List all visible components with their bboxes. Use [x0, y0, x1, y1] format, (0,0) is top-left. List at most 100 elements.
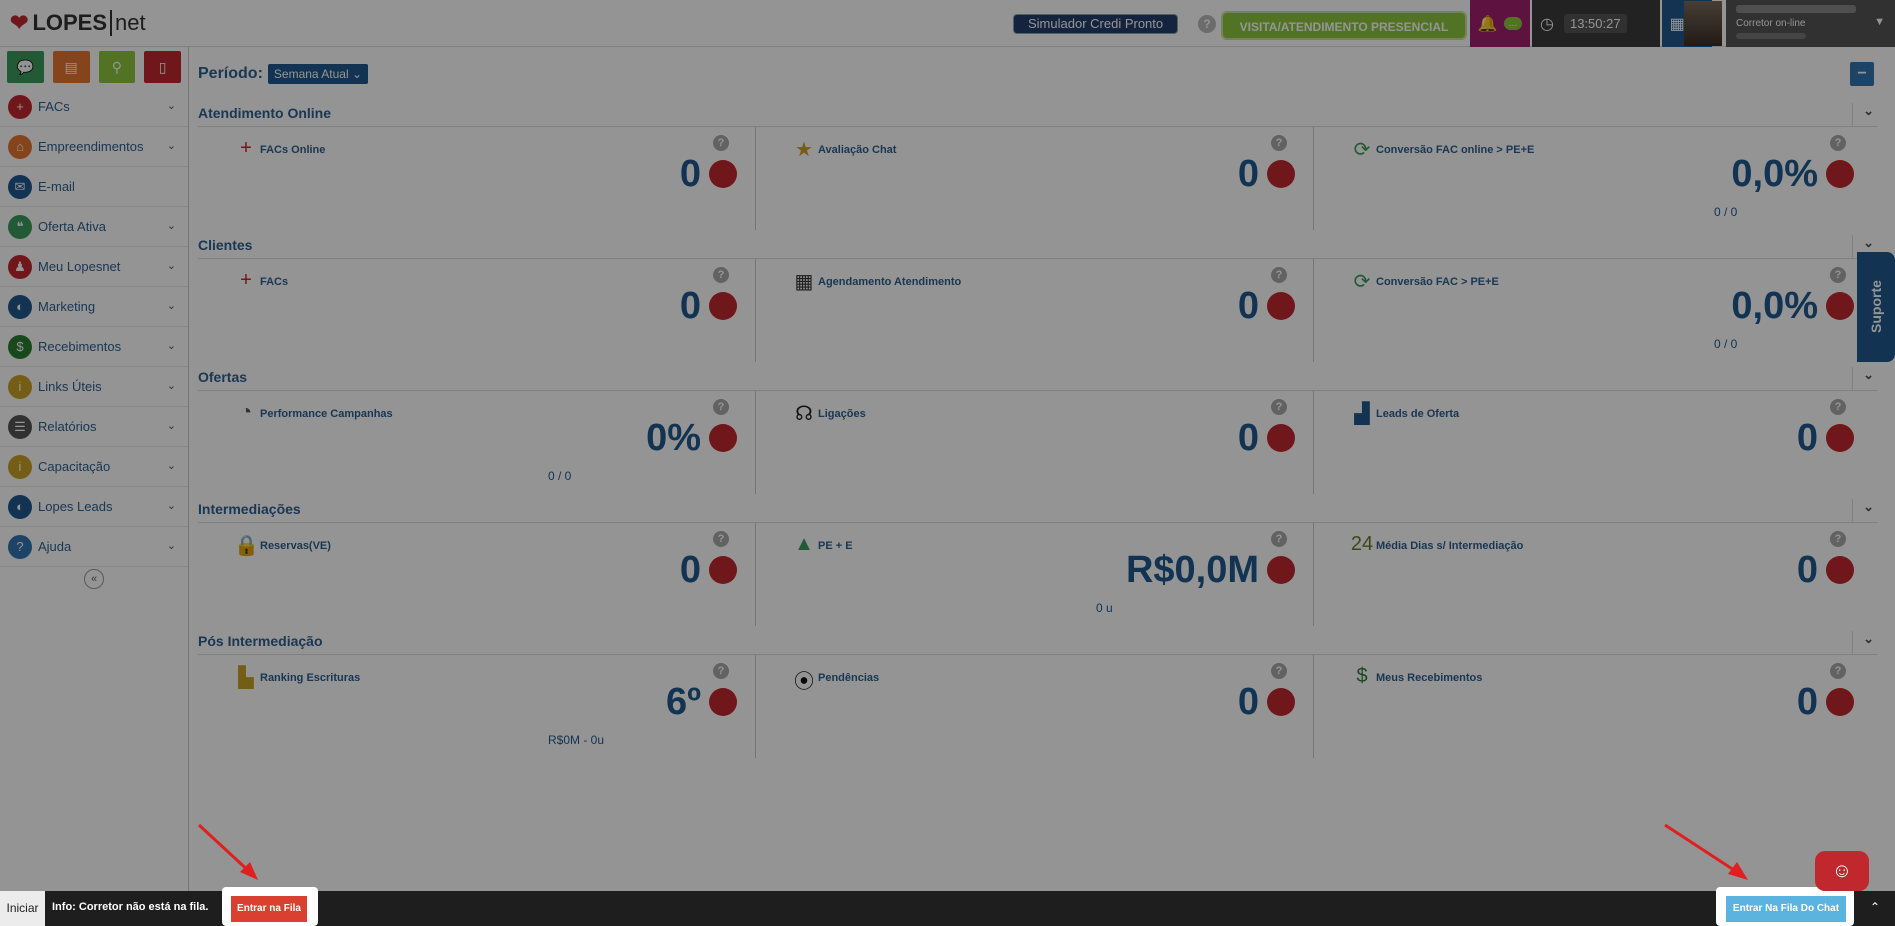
kpi-title[interactable]: Avaliação Chat	[818, 144, 896, 156]
chevron-down-icon[interactable]: ⌄	[167, 259, 176, 272]
kpi-card[interactable]: ▦ Agendamento Atendimento? 0	[756, 259, 1314, 362]
gauge-icon: ◔	[239, 401, 253, 423]
search-button[interactable]: ⚲	[98, 51, 136, 83]
help-icon[interactable]: ?	[713, 135, 729, 151]
help-icon[interactable]: ?	[1830, 135, 1846, 151]
kpi-card[interactable]: ▙ Ranking Escrituras? 6º R$0M - 0u	[198, 655, 756, 758]
kpi-title[interactable]: Meus Recebimentos	[1376, 672, 1482, 684]
kpi-title[interactable]: Pendências	[818, 672, 879, 684]
help-icon[interactable]: ?	[713, 663, 729, 679]
kpi-title[interactable]: Leads de Oferta	[1376, 408, 1459, 420]
simulator-button[interactable]: Simulador Credi Pronto	[1013, 14, 1179, 34]
collapse-panel-button[interactable]: −	[1850, 62, 1874, 86]
kpi-card[interactable]: ⟳ Conversão FAC > PE+E? 0,0% 0 / 0	[1314, 259, 1872, 362]
chat-button[interactable]: 💬	[7, 51, 44, 83]
kpi-card[interactable]: ▟ Leads de Oferta? 0	[1314, 391, 1872, 494]
kpi-card[interactable]: 🔒 Reservas(VE)? 0	[198, 523, 756, 626]
building-button[interactable]: ▤	[52, 51, 90, 83]
help-icon[interactable]: ?	[1271, 663, 1287, 679]
section-header[interactable]: Ofertas ⌄	[198, 361, 1878, 391]
document-button[interactable]: ▯	[144, 51, 181, 83]
sidebar-item-oferta-ativa[interactable]: ❝ Oferta Ativa ⌄	[0, 207, 188, 247]
iniciar-button[interactable]: Iniciar	[0, 891, 45, 926]
chevron-down-icon[interactable]: ⌄	[1852, 499, 1874, 523]
expand-up-icon[interactable]: ⌃	[1870, 900, 1880, 914]
help-icon[interactable]: ?	[1271, 267, 1287, 283]
sidebar-item-marketing[interactable]: ◐ Marketing ⌄	[0, 287, 188, 327]
collapse-sidebar-icon[interactable]: «	[84, 569, 104, 589]
kpi-card[interactable]: ◔ Performance Campanhas? 0% 0 / 0	[198, 391, 756, 494]
kpi-card[interactable]: ⦿ Pendências? 0	[756, 655, 1314, 758]
kpi-title[interactable]: PE + E	[818, 540, 853, 552]
notifications[interactable]: 🔔 ...	[1470, 0, 1530, 47]
sidebar-item-lopes-leads[interactable]: ◐ Lopes Leads ⌄	[0, 487, 188, 527]
chevron-down-icon[interactable]: ⌄	[167, 339, 176, 352]
caret-down-icon[interactable]: ▼	[1874, 16, 1885, 28]
help-icon[interactable]: ?	[713, 399, 729, 415]
help-icon[interactable]: ?	[1271, 135, 1287, 151]
kpi-title[interactable]: Agendamento Atendimento	[818, 276, 961, 288]
help-icon[interactable]: ?	[1830, 399, 1846, 415]
chevron-down-icon[interactable]: ⌄	[167, 99, 176, 112]
kpi-title[interactable]: Ligações	[818, 408, 866, 420]
entrar-fila-chat-button[interactable]: Entrar Na Fila Do Chat	[1726, 896, 1846, 922]
chevron-down-icon[interactable]: ⌄	[1852, 631, 1874, 655]
kpi-title[interactable]: Conversão FAC online > PE+E	[1376, 144, 1534, 156]
help-icon[interactable]: ?	[713, 267, 729, 283]
chevron-down-icon[interactable]: ⌄	[167, 419, 176, 432]
user-menu[interactable]: Corretor on-line ▼	[1726, 0, 1895, 47]
chevron-down-icon[interactable]: ⌄	[167, 539, 176, 552]
sidebar-item-ajuda[interactable]: ? Ajuda ⌄	[0, 527, 188, 567]
sidebar-item-e-mail[interactable]: ✉ E-mail	[0, 167, 188, 207]
kpi-title[interactable]: Ranking Escrituras	[260, 672, 360, 684]
chevron-down-icon[interactable]: ⌄	[167, 459, 176, 472]
kpi-card[interactable]: ☊ Ligações? 0	[756, 391, 1314, 494]
suporte-tab[interactable]: Suporte	[1857, 252, 1895, 362]
kpi-card[interactable]: 24 Média Dias s/ Intermediação? 0	[1314, 523, 1872, 626]
chevron-down-icon[interactable]: ⌄	[167, 499, 176, 512]
chevron-down-icon[interactable]: ⌄	[167, 219, 176, 232]
help-icon[interactable]: ?	[1198, 15, 1216, 33]
help-icon[interactable]: ?	[713, 531, 729, 547]
sidebar-item-empreendimentos[interactable]: ⌂ Empreendimentos ⌄	[0, 127, 188, 167]
section-header[interactable]: Atendimento Online ⌄	[198, 97, 1878, 127]
kpi-title[interactable]: FACs Online	[260, 144, 325, 156]
kpi-title[interactable]: Reservas(VE)	[260, 540, 331, 552]
sidebar-item-capacitação[interactable]: i Capacitação ⌄	[0, 447, 188, 487]
chatbot-icon[interactable]: ☺	[1815, 851, 1869, 891]
kpi-card[interactable]: ⟳ Conversão FAC online > PE+E? 0,0% 0 / 0	[1314, 127, 1872, 230]
help-icon[interactable]: ?	[1830, 267, 1846, 283]
help-icon[interactable]: ?	[1271, 399, 1287, 415]
section-header[interactable]: Pós Intermediação ⌄	[198, 625, 1878, 655]
chevron-down-icon[interactable]: ⌄	[1852, 367, 1874, 391]
kpi-title[interactable]: Conversão FAC > PE+E	[1376, 276, 1499, 288]
avatar[interactable]	[1684, 1, 1722, 46]
section-header[interactable]: Clientes ⌄	[198, 229, 1878, 259]
sidebar-item-facs[interactable]: + FACs ⌄	[0, 87, 188, 127]
kpi-card[interactable]: + FACs? 0	[198, 259, 756, 362]
help-icon[interactable]: ?	[1271, 531, 1287, 547]
logo[interactable]: ❤ LOPES net	[10, 10, 146, 36]
periodo-select[interactable]: Semana Atual ⌄	[267, 64, 368, 84]
kpi-card[interactable]: $ Meus Recebimentos? 0	[1314, 655, 1872, 758]
kpi-title[interactable]: FACs	[260, 276, 288, 288]
chevron-down-icon[interactable]: ⌄	[1852, 103, 1874, 127]
section-header[interactable]: Intermediações ⌄	[198, 493, 1878, 523]
sidebar-item-links-úteis[interactable]: i Links Úteis ⌄	[0, 367, 188, 407]
chevron-down-icon[interactable]: ⌄	[167, 299, 176, 312]
kpi-card[interactable]: + FACs Online? 0	[198, 127, 756, 230]
chevron-down-icon[interactable]: ⌄	[167, 379, 176, 392]
visita-presencial-button[interactable]: VISITA/ATENDIMENTO PRESENCIAL	[1221, 11, 1467, 40]
sidebar-item-relatórios[interactable]: ☰ Relatórios ⌄	[0, 407, 188, 447]
chevron-down-icon[interactable]: ⌄	[167, 139, 176, 152]
sidebar-item-meu-lopesnet[interactable]: ♟ Meu Lopesnet ⌄	[0, 247, 188, 287]
kpi-card[interactable]: ★ Avaliação Chat? 0	[756, 127, 1314, 230]
kpi-title[interactable]: Média Dias s/ Intermediação	[1376, 540, 1523, 552]
entrar-fila-button[interactable]: Entrar na Fila	[231, 896, 307, 922]
help-icon[interactable]: ?	[1830, 531, 1846, 547]
kpi-title[interactable]: Performance Campanhas	[260, 408, 393, 420]
kpi-card[interactable]: ▲ PE + E? R$0,0M 0 u	[756, 523, 1314, 626]
help-icon[interactable]: ?	[1830, 663, 1846, 679]
sidebar-item-recebimentos[interactable]: $ Recebimentos ⌄	[0, 327, 188, 367]
refresh-icon: ⟳	[1353, 139, 1371, 161]
